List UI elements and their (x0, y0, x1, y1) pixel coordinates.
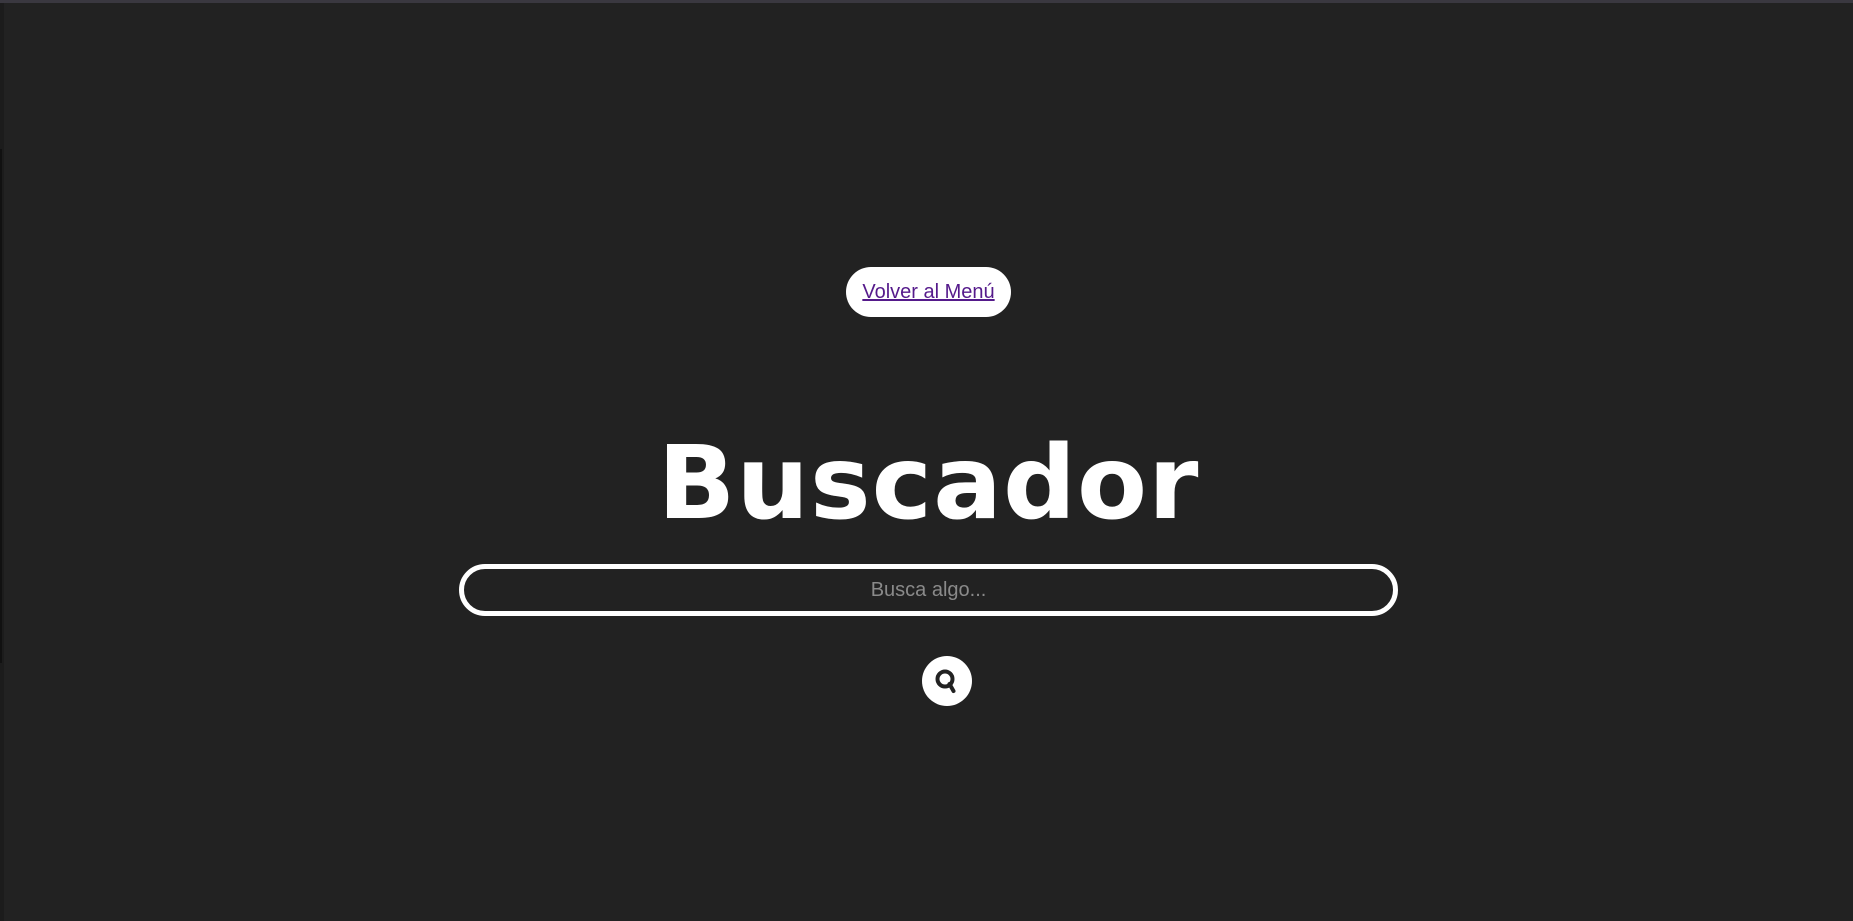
back-to-menu-button[interactable]: Volver al Menú (846, 267, 1011, 317)
search-icon (934, 668, 960, 694)
search-page: Volver al Menú Buscador (0, 0, 1853, 921)
search-button[interactable] (922, 656, 972, 706)
page-title: Buscador (657, 424, 1200, 543)
search-input[interactable] (459, 564, 1398, 616)
